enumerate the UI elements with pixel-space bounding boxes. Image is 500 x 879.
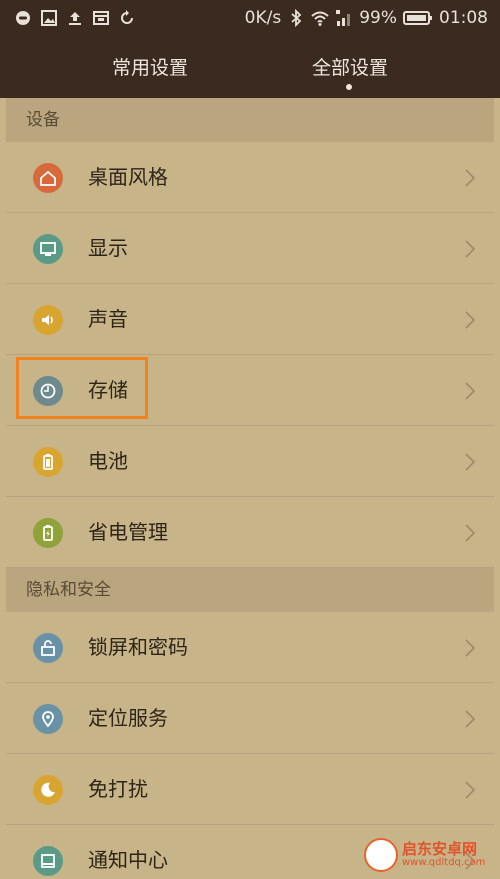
- location-icon: [33, 704, 63, 734]
- highlight-box: [16, 357, 148, 419]
- settings-item-location[interactable]: 定位服务: [6, 683, 494, 754]
- home-icon: [33, 163, 63, 193]
- chevron-right-icon: [464, 381, 476, 401]
- status-notification-icons: [14, 9, 136, 27]
- battery-icon: [403, 9, 433, 27]
- lock-icon: [33, 633, 63, 663]
- section-header-privacy: 隐私和安全: [6, 568, 494, 612]
- chevron-right-icon: [464, 523, 476, 543]
- chevron-right-icon: [464, 638, 476, 658]
- chevron-right-icon: [464, 239, 476, 259]
- settings-item-do-not-disturb[interactable]: 免打扰: [6, 754, 494, 825]
- settings-item-display[interactable]: 显示: [6, 213, 494, 284]
- chevron-right-icon: [464, 452, 476, 472]
- chevron-right-icon: [464, 310, 476, 330]
- settings-item-storage[interactable]: 存储: [6, 355, 494, 426]
- net-speed: 0K/s: [244, 8, 282, 28]
- settings-list[interactable]: 设备 桌面风格 显示 声音 存储 电池 省电管理 隐私和安全 锁屏和密码 定位服…: [6, 98, 494, 879]
- section-header-device: 设备: [6, 98, 494, 142]
- mail-icon: [92, 9, 110, 27]
- clock: 01:08: [439, 8, 488, 28]
- watermark: 启东安卓网 www.qdltdq.com: [364, 835, 496, 875]
- settings-item-label: 锁屏和密码: [88, 635, 188, 659]
- image-icon: [40, 9, 58, 27]
- speaker-icon: [33, 305, 63, 335]
- signal-icon: [335, 9, 353, 27]
- status-system-info: 0K/s 99% 01:08: [245, 6, 488, 30]
- chevron-right-icon: [464, 709, 476, 729]
- watermark-name: 启东安卓网: [402, 839, 478, 858]
- settings-item-power-saving[interactable]: 省电管理: [6, 497, 494, 568]
- message-icon: [14, 9, 32, 27]
- settings-item-label: 显示: [88, 236, 128, 260]
- moon-icon: [33, 775, 63, 805]
- battery-percent: 99%: [359, 8, 397, 28]
- monitor-icon: [33, 234, 63, 264]
- settings-item-label: 声音: [88, 307, 128, 331]
- settings-item-desktop-style[interactable]: 桌面风格: [6, 142, 494, 213]
- battery-icon: [33, 447, 63, 477]
- tab-selected-indicator: [346, 84, 352, 90]
- bluetooth-icon: [287, 9, 305, 27]
- settings-item-label: 电池: [88, 449, 128, 473]
- settings-item-label: 桌面风格: [88, 165, 168, 189]
- settings-item-label: 通知中心: [88, 848, 168, 872]
- watermark-url: www.qdltdq.com: [402, 856, 486, 868]
- sync-icon: [118, 9, 136, 27]
- chevron-right-icon: [464, 168, 476, 188]
- watermark-logo-icon: [364, 838, 398, 872]
- status-bar: 0K/s 99% 01:08: [0, 0, 500, 38]
- power-saving-icon: [33, 518, 63, 548]
- settings-item-label: 免打扰: [88, 777, 148, 801]
- notification-icon: [33, 846, 63, 876]
- upload-icon: [66, 9, 84, 27]
- settings-screen: 0K/s 99% 01:08 常用设置 全部设置 设备 桌面风格 显示 声音 存…: [0, 0, 500, 879]
- settings-item-lock-screen[interactable]: 锁屏和密码: [6, 612, 494, 683]
- wifi-icon: [311, 9, 329, 27]
- settings-item-label: 省电管理: [88, 520, 168, 544]
- chevron-right-icon: [464, 780, 476, 800]
- settings-item-sound[interactable]: 声音: [6, 284, 494, 355]
- tab-bar: 常用设置 全部设置: [0, 38, 500, 98]
- settings-item-battery[interactable]: 电池: [6, 426, 494, 497]
- settings-item-label: 定位服务: [88, 706, 168, 730]
